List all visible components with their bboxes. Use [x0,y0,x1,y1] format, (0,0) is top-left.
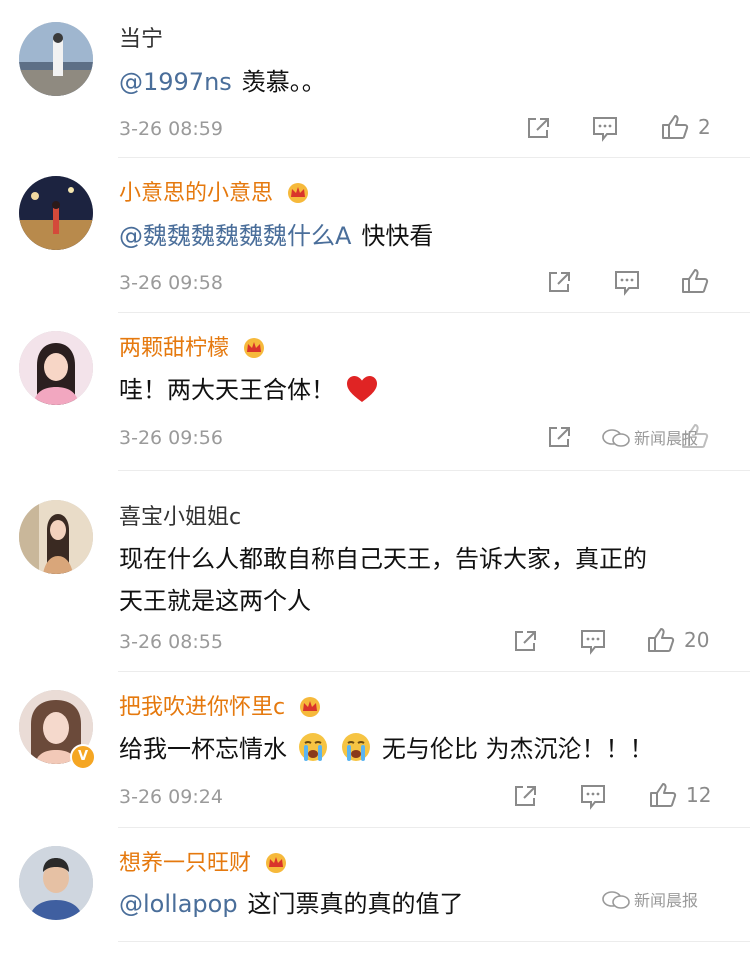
timestamp: 3-26 08:59 [119,118,223,140]
like-icon[interactable] [648,781,678,809]
comment-text: 现在什么人都敢自称自己天王，告诉大家，真正的 天王就是这两个人 [119,540,719,620]
wechat-icon [602,891,630,909]
watermark: 新闻晨报 [602,890,698,912]
comment-icon[interactable] [612,268,642,296]
username[interactable]: 喜宝小姐姐c [119,504,241,532]
share-icon[interactable] [545,423,575,451]
wechat-icon [602,429,630,447]
timestamp: 3-26 09:56 [119,427,223,449]
username[interactable]: 想养一只旺财 [119,850,290,878]
comment-body: 羡慕。。 [241,68,326,96]
avatar[interactable] [19,846,93,920]
like-count: 2 [698,115,711,139]
mention-link[interactable]: @1997ns [119,68,232,96]
mention-link[interactable]: @lollapop [119,890,238,918]
watermark-text: 新闻晨报 [634,891,699,910]
like-icon[interactable] [646,626,676,654]
like-count: 12 [686,783,712,807]
crown-icon [288,183,309,203]
username-text[interactable]: 小意思的小意思 [119,181,273,206]
comment-icon[interactable] [578,782,608,810]
username[interactable]: 把我吹进你怀里c [119,694,324,722]
avatar[interactable] [19,176,93,250]
comment-body: 快快看 [361,222,434,250]
share-icon[interactable] [545,268,575,296]
comment-icon[interactable] [590,114,620,142]
crown-icon [266,853,287,873]
share-icon[interactable] [511,782,541,810]
comment-text: 给我一杯忘情水 无与伦比 为杰沉沦！！！ [119,730,719,768]
avatar[interactable] [19,500,93,574]
like-icon[interactable] [660,113,690,141]
username-text[interactable]: 把我吹进你怀里c [119,695,285,720]
crying-emoji [298,733,327,761]
crying-emoji [342,733,371,761]
timestamp: 3-26 08:55 [119,631,223,653]
share-icon[interactable] [511,627,541,655]
mention-link[interactable]: @魏魏魏魏魏魏什么A [119,222,351,250]
username-text[interactable]: 两颗甜柠檬 [119,336,229,361]
comment-body-line: 现在什么人都敢自称自己天王，告诉大家，真正的 [119,545,647,573]
share-icon[interactable] [524,114,554,142]
divider [118,827,750,828]
comment-text: 哇！两大天王合体！ [119,371,719,409]
username[interactable]: 小意思的小意思 [119,180,312,208]
timestamp: 3-26 09:58 [119,272,223,294]
comment-body: 给我一杯忘情水 [119,735,287,763]
divider [118,470,750,471]
heart-emoji [346,376,377,402]
comment-body: 无与伦比 为杰沉沦！！！ [381,735,654,763]
divider [118,312,750,313]
username-text[interactable]: 想养一只旺财 [119,851,251,876]
comment-text: @魏魏魏魏魏魏什么A 快快看 [119,217,719,255]
crown-icon [244,338,265,358]
like-icon[interactable] [680,267,710,295]
watermark-text: 新闻晨报 [634,429,699,448]
divider [118,941,750,942]
comment-body: 哇！两大天王合体！ [119,376,335,404]
divider [118,157,750,158]
like-count: 20 [684,628,710,652]
watermark: 新闻晨报 [602,428,698,450]
crown-icon [300,697,321,717]
comment-text: @1997ns 羡慕。。 [119,63,719,101]
avatar[interactable] [19,331,93,405]
username[interactable]: 当宁 [119,26,163,54]
avatar[interactable] [19,22,93,96]
username[interactable]: 两颗甜柠檬 [119,335,268,363]
comment-icon[interactable] [578,627,608,655]
comment-body: 这门票真的真的值了 [247,890,464,918]
verified-badge-icon: V [70,744,96,770]
divider [118,671,750,672]
timestamp: 3-26 09:24 [119,786,223,808]
comment-body-line: 天王就是这两个人 [119,587,311,615]
